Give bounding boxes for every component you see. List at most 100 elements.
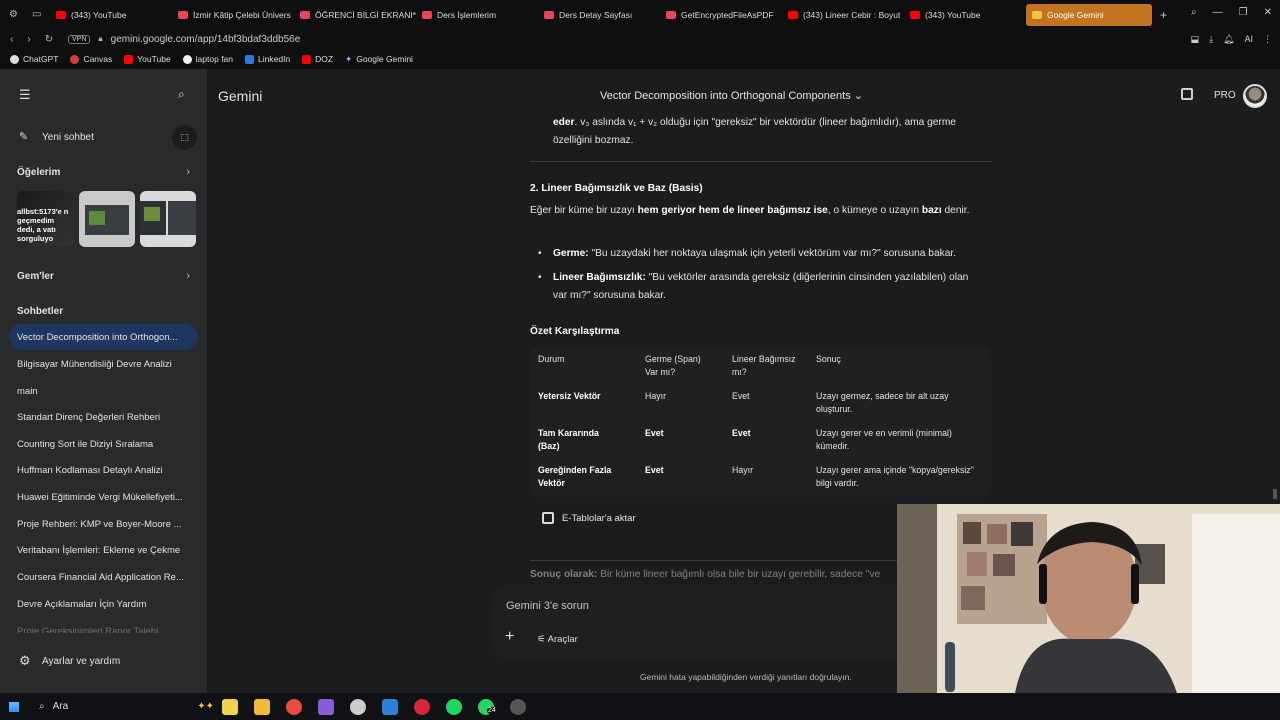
reload-icon[interactable]: ↻ — [45, 34, 53, 45]
settings-button[interactable]: Ayarlar ve yardım — [42, 656, 120, 667]
whatsapp-icon[interactable]: 24 — [478, 698, 497, 715]
settings-gear-icon: ⚙ — [19, 653, 31, 668]
chat-item[interactable]: Vector Decomposition into Orthogon... — [17, 332, 197, 343]
forward-icon[interactable]: › — [27, 34, 30, 45]
minimize-button[interactable]: — — [1213, 7, 1223, 18]
new-tab-button[interactable]: + — [1160, 8, 1167, 22]
maximize-button[interactable]: ❐ — [1239, 7, 1248, 18]
tools-button[interactable]: ⚟ Araçlar — [537, 634, 578, 645]
taskbar-search[interactable]: ⌕ Ara ✦✦ — [39, 701, 214, 712]
print-icon[interactable] — [1181, 88, 1193, 100]
avatar[interactable] — [1243, 84, 1267, 108]
pro-badge[interactable]: PRO — [1214, 90, 1236, 101]
tab-gemini[interactable]: Google Gemini — [1026, 3, 1152, 26]
bookmark-gemini[interactable]: ✦ Google Gemini — [345, 54, 413, 65]
tab-ders-detay[interactable]: Ders Detay Sayfası — [538, 4, 660, 26]
extensions-icon[interactable]: ⬓ — [1191, 34, 1200, 45]
table-cell: Uzayı gerer ve en verimli (minimal) küme… — [816, 428, 952, 451]
spotify-icon[interactable] — [446, 698, 462, 715]
bookmark-linkedin[interactable]: LinkedIn — [245, 54, 290, 64]
tab-grid-icon[interactable]: ▭ — [32, 9, 41, 20]
app-icon[interactable] — [510, 698, 526, 715]
bookmark-doz[interactable]: DOZ — [302, 54, 333, 64]
item-thumbnail-3[interactable] — [140, 191, 196, 247]
chat-item[interactable]: Bilgisayar Mühendisliği Devre Analizi — [17, 359, 197, 370]
chat-item[interactable]: Coursera Financial Aid Application Re... — [17, 572, 197, 583]
table-cell: Tam Kararında (Baz) — [538, 428, 599, 451]
gems-header[interactable]: Gem'ler — [17, 271, 54, 282]
vpn-badge[interactable]: VPN — [68, 34, 91, 44]
intro-paragraph: eder. v₃ aslında v₁ + v₂ olduğu için "ge… — [553, 117, 956, 146]
youtube-icon — [302, 54, 312, 64]
chat-item[interactable]: Huawei Eğitiminde Vergi Mükellefiyeti... — [17, 492, 197, 503]
chevron-right-icon[interactable]: › — [186, 270, 190, 282]
tab-search-icon[interactable]: ⚙ — [9, 9, 18, 20]
temporary-chat-icon[interactable]: ⬚ — [172, 125, 197, 150]
menu-icon[interactable]: ⋮ — [1263, 34, 1272, 45]
tab-pdf[interactable]: GetEncryptedFileAsPDF — [660, 4, 782, 26]
bookmark-youtube[interactable]: YouTube — [124, 54, 171, 64]
bookmark-canvas[interactable]: Canvas — [70, 54, 112, 64]
chat-item[interactable]: Proje Gereksinimleri Rapor Talebi — [17, 626, 197, 633]
conversation-title[interactable]: Vector Decomposition into Orthogonal Com… — [600, 89, 863, 102]
tab-ogrenci[interactable]: ÖĞRENCİ BİLGİ EKRANI* — [294, 4, 416, 26]
notification-icon[interactable]: 🔔︎ — [1223, 34, 1234, 45]
prompt-placeholder[interactable]: Gemini 3'e sorun — [506, 600, 589, 612]
tab-actions: ⚙ ▭ — [0, 9, 50, 20]
table-cell: Evet — [732, 391, 750, 401]
menu-hamburger-icon[interactable]: ☰ — [19, 87, 31, 103]
webcam-image — [897, 504, 1280, 693]
url-field[interactable]: gemini.google.com/app/14bf3bdaf3ddb56e — [111, 34, 301, 45]
table-grid-icon — [542, 512, 554, 524]
prompt-input[interactable]: Gemini 3'e sorun + ⚟ Araçlar — [490, 584, 920, 660]
lock-icon[interactable]: 🔒︎ — [98, 34, 102, 44]
tab-youtube-lineer[interactable]: (343) Lineer Cebir : Boyut — [782, 4, 904, 26]
university-icon — [544, 10, 554, 19]
bullet-dot: • — [538, 248, 542, 259]
scrollbar[interactable] — [1273, 489, 1277, 499]
item-thumbnail-2[interactable] — [79, 191, 135, 247]
section-2-title: 2. Lineer Bağımsızlık ve Baz (Basis) — [530, 183, 703, 194]
gemini-brand[interactable]: Gemini — [218, 88, 262, 104]
chat-item[interactable]: main — [17, 386, 197, 397]
app-icon[interactable] — [350, 698, 366, 715]
tab-ders-islemlerim[interactable]: Ders İşlemlerim — [416, 4, 538, 26]
nav-buttons: ‹ › ↻ — [0, 34, 68, 45]
new-chat-button[interactable]: Yeni sohbet — [42, 132, 94, 143]
windows-start-icon[interactable] — [9, 701, 19, 712]
chevron-right-icon[interactable]: › — [186, 166, 190, 178]
remote-app-icon[interactable] — [382, 698, 398, 715]
close-button[interactable]: ✕ — [1264, 7, 1272, 18]
search-tabs-icon[interactable]: ⌕ — [1191, 7, 1197, 18]
opera-icon[interactable] — [414, 698, 430, 715]
chrome-icon[interactable] — [286, 698, 302, 715]
chat-item[interactable]: Proje Rehberi: KMP ve Boyer-Moore ... — [17, 519, 197, 530]
visual-studio-icon[interactable] — [318, 698, 334, 715]
sticky-notes-icon[interactable] — [222, 698, 238, 715]
my-items-header[interactable]: Öğelerim — [17, 167, 60, 178]
chatgpt-icon — [10, 54, 19, 64]
search-icon[interactable]: ⌕ — [178, 87, 185, 102]
item-thumbnail-1[interactable]: allbst:5173'e n geçmedim dedi, a vatı so… — [17, 191, 73, 247]
table-cell: Hayır — [732, 465, 754, 475]
bullet-germe: Germe: "Bu uzaydaki her noktaya ulaşmak … — [553, 248, 957, 259]
tab-youtube-2[interactable]: (343) YouTube — [904, 4, 1026, 26]
export-sheets-button[interactable]: E-Tablolar'a aktar — [530, 499, 930, 537]
add-plus-icon[interactable]: + — [505, 628, 514, 646]
ai-button[interactable]: AI — [1244, 34, 1253, 45]
youtube-icon — [56, 10, 66, 19]
back-icon[interactable]: ‹ — [10, 34, 13, 45]
canvas-icon — [70, 54, 80, 64]
chat-item[interactable]: Standart Direnç Değerleri Rehberi — [17, 412, 197, 423]
table-cell: Evet — [645, 465, 664, 475]
download-icon[interactable]: ⤓ — [1209, 34, 1213, 45]
chat-item[interactable]: Counting Sort ile Diziyi Sıralama — [17, 439, 197, 450]
tab-ikcu[interactable]: İzmir Kâtip Çelebi Ünivers — [172, 4, 294, 26]
chat-item[interactable]: Huffman Kodlaması Detaylı Analizi — [17, 465, 197, 476]
tab-youtube-1[interactable]: (343) YouTube — [50, 4, 172, 26]
chat-item[interactable]: Devre Açıklamaları İçin Yardım — [17, 599, 197, 610]
file-explorer-icon[interactable] — [254, 698, 270, 715]
chat-item[interactable]: Veritabanı İşlemleri: Ekleme ve Çekme — [17, 545, 197, 556]
bookmark-laptop-fan[interactable]: laptop fan — [182, 54, 233, 64]
bookmark-chatgpt[interactable]: ChatGPT — [10, 54, 58, 64]
